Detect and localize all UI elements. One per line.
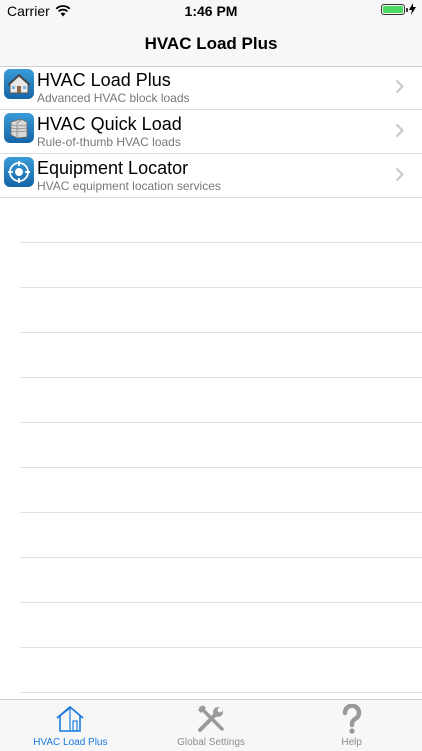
empty-row (20, 468, 422, 513)
battery-icon (381, 3, 408, 15)
tab-bar: HVAC Load Plus Global Settings Help (0, 699, 422, 751)
list-item-hvac-load-plus[interactable]: HVAC Load Plus Advanced HVAC block loads (0, 66, 422, 110)
tab-label: Global Settings (177, 737, 245, 748)
empty-row (20, 333, 422, 378)
empty-row (20, 198, 422, 243)
list-item-subtitle: Advanced HVAC block loads (37, 91, 190, 105)
tab-help[interactable]: Help (281, 700, 422, 751)
empty-row (20, 288, 422, 333)
question-mark-icon (342, 704, 361, 734)
tab-label: Help (341, 737, 362, 748)
tab-hvac-load-plus[interactable]: HVAC Load Plus (0, 700, 141, 751)
list-item-subtitle: Rule-of-thumb HVAC loads (37, 135, 181, 149)
list-item-hvac-quick-load[interactable]: HVAC Quick Load Rule-of-thumb HVAC loads (0, 110, 422, 154)
navigation-bar: HVAC Load Plus (0, 22, 422, 67)
empty-row (20, 648, 422, 693)
status-time: 1:46 PM (184, 3, 238, 19)
empty-row (20, 378, 422, 423)
list-item-equipment-locator[interactable]: Equipment Locator HVAC equipment locatio… (0, 154, 422, 198)
page-title: HVAC Load Plus (144, 34, 278, 53)
tab-label: HVAC Load Plus (33, 737, 108, 748)
chevron-right-icon (395, 167, 404, 182)
empty-row (20, 423, 422, 468)
list-item-title: Equipment Locator (37, 158, 189, 178)
list-item-title: HVAC Quick Load (37, 114, 182, 134)
house-outline-icon (56, 705, 84, 732)
list-item-title: HVAC Load Plus (37, 70, 171, 90)
locator-icon (4, 157, 34, 187)
menu-list: HVAC Load Plus Advanced HVAC block loads… (0, 66, 422, 693)
battery-fill (383, 5, 403, 13)
empty-row (20, 558, 422, 603)
status-right (381, 3, 416, 15)
empty-row (20, 603, 422, 648)
status-bar: Carrier 1:46 PM (0, 0, 422, 22)
chevron-right-icon (395, 79, 404, 94)
empty-row (20, 243, 422, 288)
tools-icon (198, 705, 224, 732)
tab-global-settings[interactable]: Global Settings (141, 700, 282, 751)
list-item-subtitle: HVAC equipment location services (37, 179, 221, 193)
chevron-right-icon (395, 123, 404, 138)
building-icon (4, 113, 34, 143)
house-icon (4, 69, 34, 99)
empty-row (20, 513, 422, 558)
charging-bolt-icon (409, 3, 416, 15)
